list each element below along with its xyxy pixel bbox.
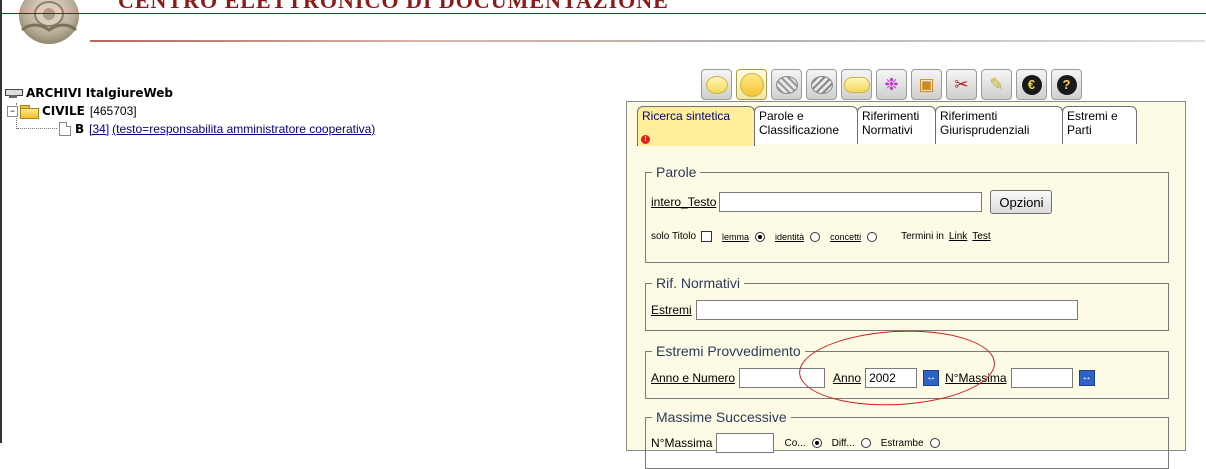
collapse-toggle[interactable]: − xyxy=(7,105,18,117)
yellow-oval-small-icon xyxy=(705,75,728,94)
tree-item-civile-count: [465703] xyxy=(89,104,137,118)
euro-button[interactable]: € xyxy=(1016,69,1047,100)
anno-numero-input[interactable] xyxy=(739,368,826,388)
tree-item-document[interactable]: B [34] (testo=responsabilita amministrat… xyxy=(5,120,375,138)
tab-label: Ricerca sintetica xyxy=(642,109,731,123)
hatched-oval-button[interactable] xyxy=(771,69,802,100)
estremi-row: Estremi xyxy=(651,300,1078,320)
toolbar: ❉ ▣ ✂ ✎ € ? xyxy=(701,69,1082,100)
yellow-oval-large-icon xyxy=(739,72,764,97)
tree-item-civile[interactable]: − CIVILE [465703] xyxy=(5,102,375,120)
intero-testo-input[interactable] xyxy=(719,192,983,212)
concetti-radio[interactable] xyxy=(867,231,878,242)
estremi-provvedimento-legend: Estremi Provvedimento xyxy=(656,343,801,359)
document-count-link[interactable]: [34] xyxy=(89,122,109,136)
hatched-oval-alt-icon xyxy=(810,75,833,94)
parole-legend: Parole xyxy=(656,164,697,180)
molecule-button[interactable]: ❉ xyxy=(876,69,907,100)
tab-ricerca-sintetica[interactable]: Ricerca sintetica ! xyxy=(637,106,755,146)
help-icon: ? xyxy=(1056,74,1077,95)
yellow-pill-icon xyxy=(843,76,870,93)
yellow-oval-large-button[interactable] xyxy=(736,69,767,100)
massime-successive-row: N°Massima Co... Diff... Estrambe xyxy=(651,433,950,453)
site-title: CENTRO ELETTRONICO DI DOCUMENTAZIONE xyxy=(118,0,669,13)
concetti-label[interactable]: concetti xyxy=(830,232,861,242)
massime-radio-c[interactable] xyxy=(929,438,940,448)
warning-icon: ! xyxy=(641,135,650,144)
molecule-icon: ❉ xyxy=(884,75,899,94)
tab-label: Parole e Classificazione xyxy=(759,109,840,137)
header: CENTRO ELETTRONICO DI DOCUMENTAZIONE xyxy=(0,0,1206,60)
intero-testo-row: intero_Testo Opzioni xyxy=(651,190,1053,214)
tree-root-label: ARCHIVI ItalgiureWeb xyxy=(26,86,174,100)
document-icon xyxy=(59,122,71,136)
tab-riferimenti-giurisprudenziali[interactable]: Riferimenti Giurisprudenziali xyxy=(935,106,1063,144)
folder-stack-button[interactable]: ▣ xyxy=(911,69,942,100)
hatched-oval-icon xyxy=(775,75,798,94)
folder-open-icon xyxy=(20,104,39,119)
lemma-label[interactable]: lemma xyxy=(722,232,749,242)
eraser-button[interactable]: ✎ xyxy=(981,69,1012,100)
identita-label[interactable]: identità xyxy=(775,232,804,242)
document-query-link[interactable]: (testo=responsabilita amministratore coo… xyxy=(112,122,375,136)
opzioni-button[interactable]: Opzioni xyxy=(990,190,1053,214)
termini-link[interactable]: Link xyxy=(949,231,967,242)
solo-titolo-checkbox[interactable] xyxy=(701,231,713,242)
intero-testo-link[interactable]: intero_Testo xyxy=(651,195,716,209)
nmassima-range-icon[interactable]: ↔ xyxy=(1078,370,1095,386)
scissors-button[interactable]: ✂ xyxy=(946,69,977,100)
solo-titolo-label: solo Titolo xyxy=(651,231,697,242)
nmassima-input[interactable] xyxy=(1010,368,1073,388)
folder-stack-icon: ▣ xyxy=(918,75,935,94)
tree-item-civile-label: CIVILE xyxy=(42,104,85,118)
anno-numero-link[interactable]: Anno e Numero xyxy=(651,371,735,385)
yellow-oval-small-button[interactable] xyxy=(701,69,732,100)
massime-nmassima-input[interactable] xyxy=(716,433,775,453)
parole-options-row: solo Titolo lemma identità concetti Term… xyxy=(651,231,991,242)
massime-radio-b[interactable] xyxy=(860,438,871,448)
eraser-icon: ✎ xyxy=(989,75,1004,94)
tab-riferimenti-normativi[interactable]: Riferimenti Normativi xyxy=(857,106,936,144)
archive-tree: ARCHIVI ItalgiureWeb − CIVILE [465703] B… xyxy=(5,84,375,138)
anno-range-icon[interactable]: ↔ xyxy=(923,370,940,386)
scissors-icon: ✂ xyxy=(954,75,969,94)
massime-radio-b-label: Diff... xyxy=(831,437,855,449)
termini-label: Termini in xyxy=(901,231,944,242)
document-letter: B xyxy=(75,122,85,136)
tab-label: Riferimenti Normativi xyxy=(862,109,920,137)
tab-label: Riferimenti Giurisprudenziali xyxy=(940,109,1030,137)
search-tabs: Ricerca sintetica ! Parole e Classificaz… xyxy=(637,106,1137,146)
tab-estremi-parti[interactable]: Estremi e Parti xyxy=(1062,106,1137,144)
nmassima-link[interactable]: N°Massima xyxy=(945,371,1006,385)
massime-radio-a-label: Co... xyxy=(784,437,806,449)
emblem-logo xyxy=(19,0,79,44)
yellow-pill-button[interactable] xyxy=(841,69,872,100)
anno-input[interactable] xyxy=(865,368,918,388)
tab-label: Estremi e Parti xyxy=(1067,109,1118,137)
archive-icon xyxy=(5,87,23,99)
anno-link[interactable]: Anno xyxy=(833,371,861,385)
hatched-oval-alt-button[interactable] xyxy=(806,69,837,100)
search-panel: Ricerca sintetica ! Parole e Classificaz… xyxy=(626,101,1186,469)
tab-parole-classificazione[interactable]: Parole e Classificazione xyxy=(754,106,858,144)
massime-radio-c-label: Estrambe xyxy=(880,437,924,449)
estremi-provvedimento-row: Anno e Numero Anno ↔ N°Massima ↔ xyxy=(651,368,1095,388)
identita-radio[interactable] xyxy=(810,231,821,242)
estremi-link[interactable]: Estremi xyxy=(651,303,692,317)
tree-root[interactable]: ARCHIVI ItalgiureWeb xyxy=(5,84,375,102)
help-button[interactable]: ? xyxy=(1051,69,1082,100)
rif-normativi-legend: Rif. Normativi xyxy=(656,275,741,291)
massime-nmassima-label: N°Massima xyxy=(651,436,713,450)
massime-radio-a[interactable] xyxy=(811,438,822,448)
termini-test[interactable]: Test xyxy=(972,231,990,242)
massime-successive-legend: Massime Successive xyxy=(656,409,787,425)
euro-coin-icon: € xyxy=(1021,74,1042,95)
header-divider xyxy=(90,40,1205,42)
estremi-input[interactable] xyxy=(695,300,1078,320)
lemma-radio[interactable] xyxy=(755,231,766,242)
